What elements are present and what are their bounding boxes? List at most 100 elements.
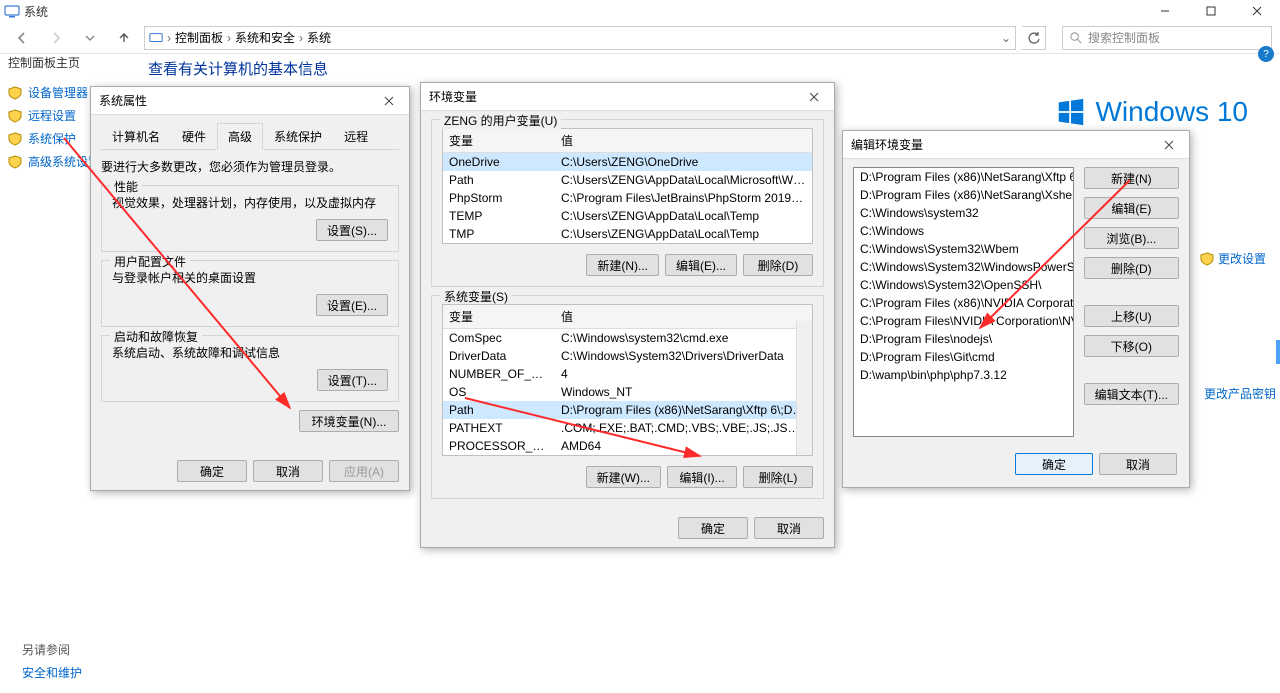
system-icon (149, 31, 163, 45)
admin-notice: 要进行大多数更改，您必须作为管理员登录。 (101, 158, 399, 175)
window-controls (1142, 0, 1280, 22)
ok-button[interactable]: 确定 (678, 517, 748, 539)
list-item[interactable]: D:\Program Files (x86)\NetSarang\Xftp 6\ (854, 168, 1073, 186)
cancel-button[interactable]: 取消 (754, 517, 824, 539)
cancel-button[interactable]: 取消 (1099, 453, 1177, 475)
nav-recent-button[interactable] (76, 26, 104, 50)
list-item[interactable]: C:\Windows\System32\OpenSSH\ (854, 276, 1073, 294)
delete-button[interactable]: 删除(D) (1084, 257, 1179, 279)
close-button[interactable] (1234, 0, 1280, 22)
dialog-edit-env-var: 编辑环境变量 D:\Program Files (x86)\NetSarang\… (842, 130, 1190, 488)
list-item[interactable]: D:\wamp\bin\php\php7.3.12 (854, 366, 1073, 384)
startup-settings-button[interactable]: 设置(T)... (317, 369, 388, 391)
refresh-button[interactable] (1022, 26, 1046, 50)
table-row: OneDriveC:\Users\ZENG\OneDrive (443, 153, 812, 171)
list-item[interactable]: C:\Program Files\NVIDIA Corporation\NVID… (854, 312, 1073, 330)
see-also: 另请参阅 安全和维护 (22, 641, 82, 681)
scrollbar[interactable] (796, 321, 812, 455)
sys-edit-button[interactable]: 编辑(I)... (667, 466, 737, 488)
list-item[interactable]: C:\Windows\system32 (854, 204, 1073, 222)
list-item[interactable]: C:\Windows\System32\Wbem (854, 240, 1073, 258)
right-actions: 更改设置 更改产品密钥 (1200, 250, 1272, 408)
perf-settings-button[interactable]: 设置(S)... (316, 219, 388, 241)
tab-hardware[interactable]: 硬件 (171, 123, 217, 150)
nav-forward-button[interactable] (42, 26, 70, 50)
list-item[interactable]: C:\Program Files (x86)\NVIDIA Corporatio… (854, 294, 1073, 312)
table-row: DriverDataC:\Windows\System32\Drivers\Dr… (443, 347, 812, 365)
env-vars-button[interactable]: 环境变量(N)... (299, 410, 399, 432)
tab-advanced[interactable]: 高级 (217, 123, 263, 150)
table-row: PATHEXT.COM;.EXE;.BAT;.CMD;.VBS;.VBE;.JS… (443, 419, 812, 437)
dialog-titlebar[interactable]: 系统属性 (91, 87, 409, 115)
browse-button[interactable]: 浏览(B)... (1084, 227, 1179, 249)
change-product-key-link[interactable]: 更改产品密钥 (1200, 385, 1272, 402)
address-row: › 控制面板 › 系统和安全 › 系统 ⌄ 搜索控制面板 (0, 22, 1280, 54)
apply-button[interactable]: 应用(A) (329, 460, 399, 482)
table-row: TMPC:\Users\ZENG\AppData\Local\Temp (443, 225, 812, 243)
user-vars-table[interactable]: 变量值 OneDriveC:\Users\ZENG\OneDrive PathC… (442, 128, 813, 244)
group-startup-recovery: 启动和故障恢复 系统启动、系统故障和调试信息 设置(T)... (101, 335, 399, 402)
cancel-button[interactable]: 取消 (253, 460, 323, 482)
table-row: ComSpecC:\Windows\system32\cmd.exe (443, 329, 812, 347)
group-user-vars: ZENG 的用户变量(U) 变量值 OneDriveC:\Users\ZENG\… (431, 119, 824, 287)
window-titlebar: 系统 (0, 0, 1280, 22)
tab-protection[interactable]: 系统保护 (263, 123, 333, 150)
path-list[interactable]: D:\Program Files (x86)\NetSarang\Xftp 6\… (853, 167, 1074, 437)
group-user-profiles: 用户配置文件 与登录帐户相关的桌面设置 设置(E)... (101, 260, 399, 327)
windows-icon (1057, 98, 1085, 126)
breadcrumb-segment[interactable]: 系统和安全 (235, 29, 295, 46)
list-item[interactable]: D:\Program Files\Git\cmd (854, 348, 1073, 366)
tab-remote[interactable]: 远程 (333, 123, 379, 150)
nav-up-button[interactable] (110, 26, 138, 50)
group-performance: 性能 视觉效果，处理器计划，内存使用，以及虚拟内存 设置(S)... (101, 185, 399, 252)
help-button[interactable]: ? (1258, 46, 1274, 62)
sys-new-button[interactable]: 新建(W)... (586, 466, 661, 488)
sys-delete-button[interactable]: 删除(L) (743, 466, 813, 488)
list-item[interactable]: C:\Windows (854, 222, 1073, 240)
dialog-close-button[interactable] (798, 87, 830, 107)
move-up-button[interactable]: 上移(U) (1084, 305, 1179, 327)
maximize-button[interactable] (1188, 0, 1234, 22)
table-row: PROCESSOR_ARCHITECT...AMD64 (443, 437, 812, 455)
breadcrumb-segment[interactable]: 控制面板 (175, 29, 223, 46)
ok-button[interactable]: 确定 (1015, 453, 1093, 475)
edit-text-button[interactable]: 编辑文本(T)... (1084, 383, 1179, 405)
dialog-close-button[interactable] (1153, 135, 1185, 155)
edit-button[interactable]: 编辑(E) (1084, 197, 1179, 219)
change-settings-link[interactable]: 更改设置 (1200, 250, 1272, 267)
sysprops-tabs: 计算机名 硬件 高级 系统保护 远程 (101, 123, 399, 150)
group-sys-vars: 系统变量(S) 变量值 ComSpecC:\Windows\system32\c… (431, 295, 824, 499)
search-icon (1069, 31, 1082, 44)
nav-back-button[interactable] (8, 26, 36, 50)
edge-marker (1276, 340, 1280, 364)
chevron-down-icon[interactable]: ⌄ (1001, 31, 1011, 45)
tab-computer-name[interactable]: 计算机名 (101, 123, 171, 150)
sys-vars-table[interactable]: 变量值 ComSpecC:\Windows\system32\cmd.exe D… (442, 304, 813, 456)
dialog-close-button[interactable] (373, 91, 405, 111)
breadcrumb-bar[interactable]: › 控制面板 › 系统和安全 › 系统 ⌄ (144, 26, 1016, 50)
breadcrumb-segment[interactable]: 系统 (307, 29, 331, 46)
new-button[interactable]: 新建(N) (1084, 167, 1179, 189)
table-row: OSWindows_NT (443, 383, 812, 401)
ok-button[interactable]: 确定 (177, 460, 247, 482)
profile-settings-button[interactable]: 设置(E)... (316, 294, 388, 316)
table-row: PhpStormC:\Program Files\JetBrains\PhpSt… (443, 189, 812, 207)
windows10-logo: Windows 10 (1057, 96, 1248, 128)
dialog-environment-variables: 环境变量 ZENG 的用户变量(U) 变量值 OneDriveC:\Users\… (420, 82, 835, 548)
move-down-button[interactable]: 下移(O) (1084, 335, 1179, 357)
list-item[interactable]: D:\Program Files (x86)\NetSarang\Xshell … (854, 186, 1073, 204)
user-new-button[interactable]: 新建(N)... (586, 254, 659, 276)
user-edit-button[interactable]: 编辑(E)... (665, 254, 737, 276)
dialog-system-properties: 系统属性 计算机名 硬件 高级 系统保护 远程 要进行大多数更改，您必须作为管理… (90, 86, 410, 491)
minimize-button[interactable] (1142, 0, 1188, 22)
table-row: TEMPC:\Users\ZENG\AppData\Local\Temp (443, 207, 812, 225)
dialog-titlebar[interactable]: 环境变量 (421, 83, 834, 111)
dialog-titlebar[interactable]: 编辑环境变量 (843, 131, 1189, 159)
user-delete-button[interactable]: 删除(D) (743, 254, 813, 276)
list-item[interactable]: D:\Program Files\nodejs\ (854, 330, 1073, 348)
control-panel-home[interactable]: 控制面板主页 (8, 54, 138, 71)
see-also-link[interactable]: 安全和维护 (22, 664, 82, 681)
list-item[interactable]: C:\Windows\System32\WindowsPowerShell\v1… (854, 258, 1073, 276)
search-box[interactable]: 搜索控制面板 (1062, 26, 1272, 50)
window-title: 系统 (24, 3, 48, 20)
